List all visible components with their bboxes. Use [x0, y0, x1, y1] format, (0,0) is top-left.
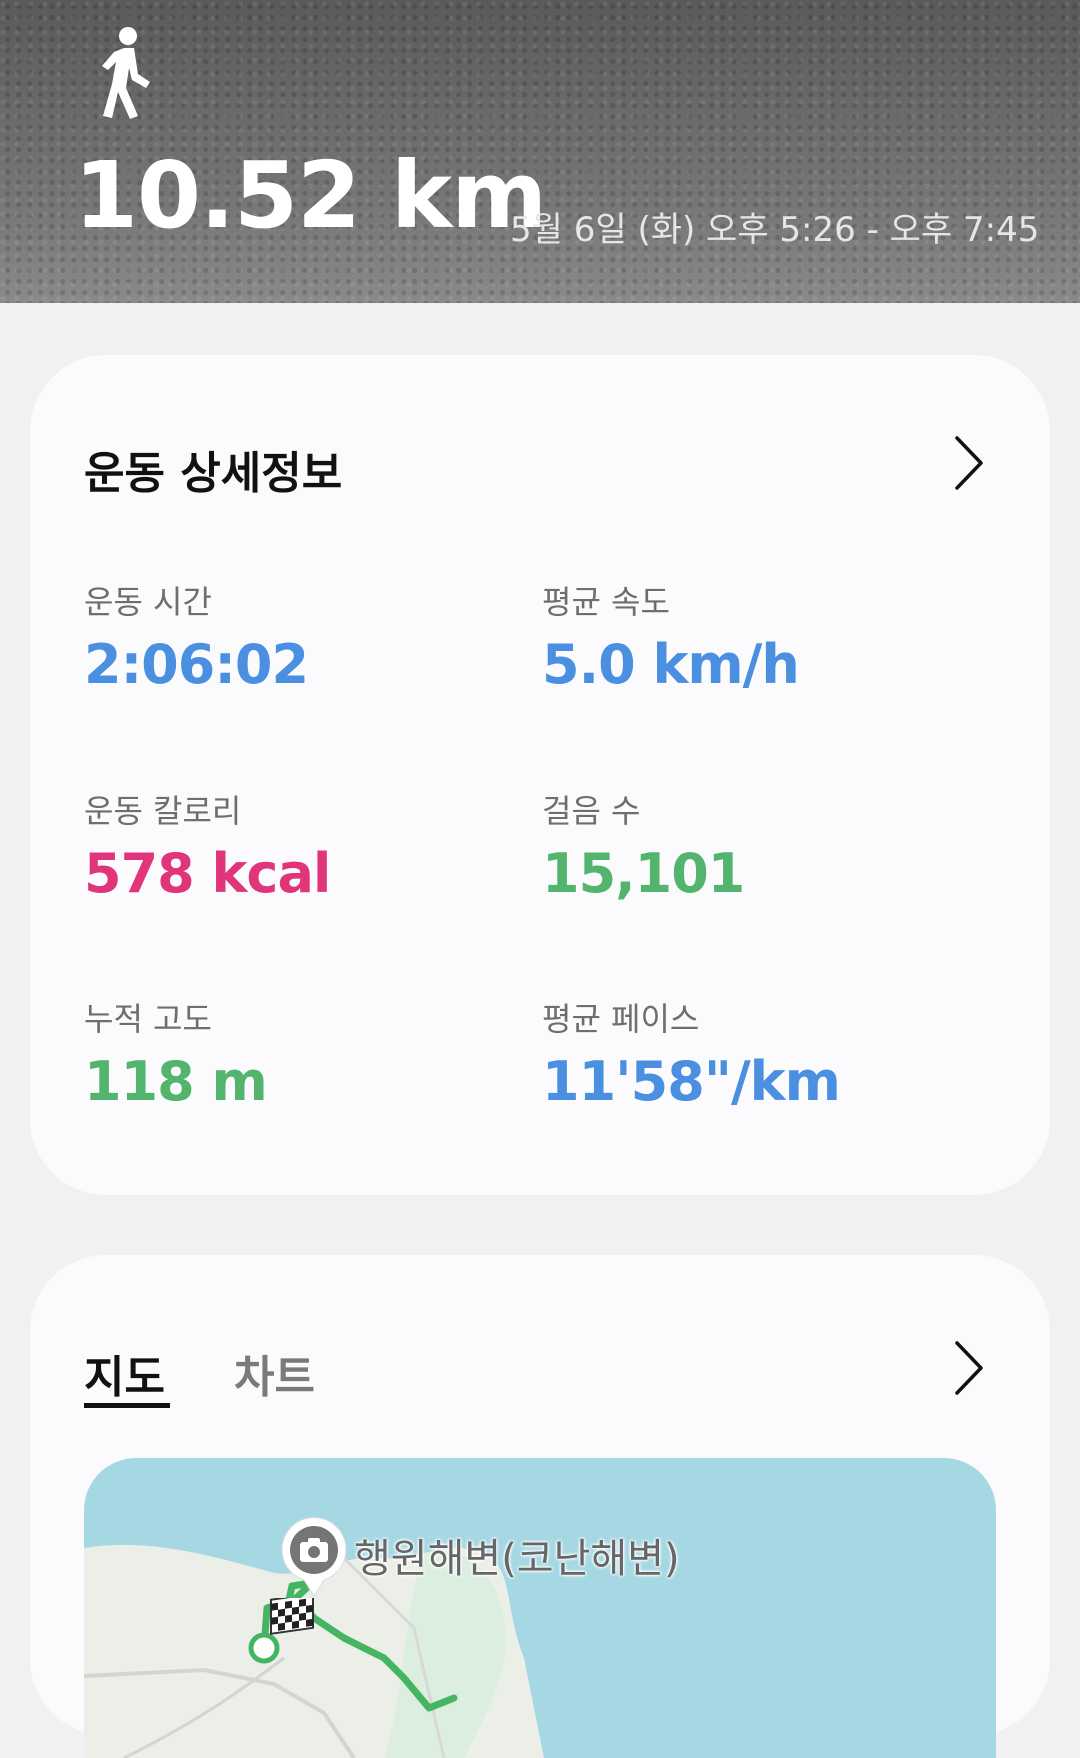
map-place-label: 행원해변(코난해변) — [354, 1536, 680, 1582]
stat-label: 걸음 수 — [542, 792, 641, 830]
map-graphic — [84, 1544, 544, 1758]
stat-value: 118 m — [84, 1050, 268, 1113]
stat-average-pace: 평균 페이스 11'58"/km — [542, 994, 841, 1113]
camera-pin-icon[interactable] — [278, 1514, 350, 1598]
stat-value: 15,101 — [542, 842, 745, 905]
map-chart-card: 지도 차트 행원해변(코난해변) — [30, 1255, 1050, 1758]
stat-calories: 운동 칼로리 578 kcal — [84, 786, 331, 905]
stat-label: 평균 속도 — [542, 583, 670, 621]
stat-value: 578 kcal — [84, 842, 331, 905]
stat-label: 운동 시간 — [84, 583, 212, 621]
stat-workout-time: 운동 시간 2:06:02 — [84, 577, 309, 696]
stat-label: 평균 페이스 — [542, 1000, 700, 1038]
checkered-flag-icon — [270, 1598, 314, 1635]
tab-map[interactable]: 지도 — [84, 1341, 165, 1405]
tab-chart[interactable]: 차트 — [234, 1341, 315, 1405]
card-title: 운동 상세정보 — [84, 448, 343, 499]
workout-details-card[interactable]: 운동 상세정보 운동 시간 2:06:02 평균 속도 5.0 km/h 운동 … — [30, 355, 1050, 1195]
workout-datetime: 5월 6일 (화) 오후 5:26 - 오후 7:45 — [510, 210, 1040, 250]
stat-value: 2:06:02 — [84, 633, 309, 696]
route-map[interactable]: 행원해변(코난해변) — [84, 1458, 996, 1758]
workout-header: 10.52 km 5월 6일 (화) 오후 5:26 - 오후 7:45 — [0, 0, 1080, 303]
chevron-right-icon[interactable] — [954, 435, 984, 491]
stat-value: 11'58"/km — [542, 1050, 841, 1113]
stat-average-speed: 평균 속도 5.0 km/h — [542, 577, 800, 696]
walking-person-icon — [102, 27, 150, 119]
chevron-right-icon[interactable] — [954, 1340, 984, 1396]
stat-steps: 걸음 수 15,101 — [542, 786, 745, 905]
tab-selected-indicator — [84, 1403, 170, 1408]
stat-label: 누적 고도 — [84, 1000, 212, 1038]
total-distance: 10.52 km — [74, 142, 547, 249]
stat-elevation-gain: 누적 고도 118 m — [84, 994, 268, 1113]
stat-value: 5.0 km/h — [542, 633, 800, 696]
stat-label: 운동 칼로리 — [84, 792, 242, 830]
